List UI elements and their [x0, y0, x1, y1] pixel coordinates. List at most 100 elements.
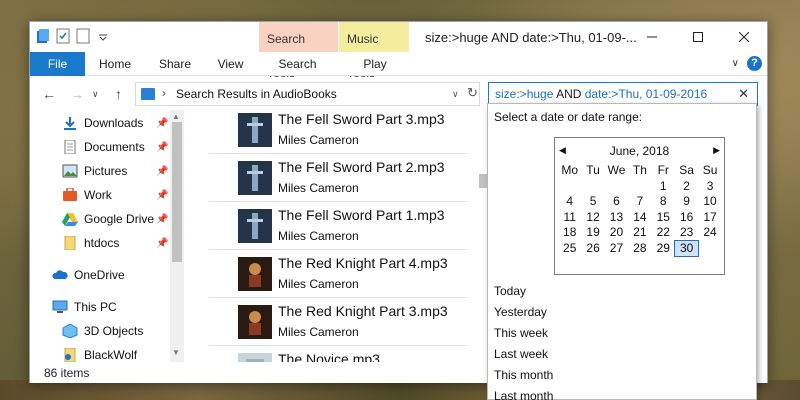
nav-scrollbar[interactable] — [170, 110, 184, 362]
calendar-day[interactable]: 23 — [675, 225, 698, 241]
list-item[interactable]: The Novice.mp3 — [206, 346, 466, 362]
nav-item-3d-objects[interactable]: 3D Objects — [30, 320, 186, 342]
calendar-day[interactable]: 11 — [558, 210, 581, 226]
nav-item-pictures[interactable]: Pictures 📌 — [30, 160, 186, 182]
quick-range-yesterday[interactable]: Yesterday — [494, 305, 547, 319]
pin-icon[interactable]: 📌 — [156, 142, 168, 153]
tab-search[interactable]: Search — [270, 52, 325, 76]
nav-item-documents[interactable]: Documents 📌 — [30, 136, 186, 158]
close-button[interactable] — [721, 22, 767, 52]
google-drive-icon — [62, 213, 78, 226]
list-item[interactable]: The Fell Sword Part 1.mp3 Miles Cameron — [206, 202, 467, 250]
calendar-day[interactable]: 26 — [581, 241, 604, 257]
scroll-up-icon[interactable]: ▲ — [172, 112, 180, 121]
calendar-day[interactable]: 4 — [558, 194, 581, 210]
nav-item-this-pc[interactable]: This PC — [30, 296, 186, 318]
nav-item-work[interactable]: Work 📌 — [30, 184, 186, 206]
pin-icon[interactable]: 📌 — [156, 166, 168, 177]
quick-range-this-month[interactable]: This month — [494, 368, 553, 382]
pin-icon[interactable]: 📌 — [156, 118, 168, 129]
search-query[interactable]: size:>huge AND date:>Thu, 01-09-2016 — [495, 87, 707, 101]
address-path[interactable]: Search Results in AudioBooks — [176, 87, 337, 101]
up-arrow-icon[interactable]: ↑ — [115, 86, 122, 102]
quick-range-this-week[interactable]: This week — [494, 326, 548, 340]
calendar-day[interactable]: 15 — [652, 210, 675, 226]
properties-icon[interactable] — [56, 28, 70, 44]
calendar-day[interactable]: 9 — [675, 194, 698, 210]
calendar-day[interactable]: 7 — [628, 194, 651, 210]
address-dropdown-icon[interactable]: ∨ — [452, 89, 459, 100]
calendar-day[interactable]: 3 — [698, 179, 721, 195]
quick-range-today[interactable]: Today — [494, 284, 526, 298]
calendar-week-row: 1 2 3 — [558, 179, 722, 195]
tab-play[interactable]: Play — [350, 52, 400, 76]
calendar-day[interactable]: 16 — [675, 210, 698, 226]
list-item[interactable]: The Fell Sword Part 2.mp3 Miles Cameron — [206, 154, 467, 202]
customize-qat-icon[interactable] — [96, 28, 110, 44]
list-item[interactable]: The Red Knight Part 4.mp3 Miles Cameron — [206, 250, 467, 298]
tab-view[interactable]: View — [208, 52, 253, 76]
calendar-day[interactable]: 2 — [675, 179, 698, 195]
calendar-day[interactable]: 1 — [652, 179, 675, 195]
calendar-day[interactable]: 21 — [628, 225, 651, 241]
calendar-day[interactable]: 27 — [605, 241, 628, 257]
nav-scroll-thumb[interactable] — [172, 122, 182, 262]
calendar-day[interactable]: 6 — [605, 194, 628, 210]
expand-ribbon-icon[interactable]: ∨ — [732, 58, 739, 69]
help-icon[interactable]: ? — [747, 56, 762, 71]
minimize-button[interactable] — [629, 22, 675, 52]
cube-icon — [62, 324, 78, 338]
calendar-day[interactable]: 24 — [698, 225, 721, 241]
calendar-day[interactable]: 5 — [581, 194, 604, 210]
nav-item-downloads[interactable]: Downloads 📌 — [30, 112, 186, 134]
nav-item-htdocs[interactable]: htdocs 📌 — [30, 232, 186, 254]
back-arrow-icon[interactable]: ← — [42, 86, 56, 102]
list-item[interactable]: The Red Knight Part 3.mp3 Miles Cameron — [206, 298, 467, 346]
calendar-day[interactable]: 8 — [652, 194, 675, 210]
recent-locations-icon[interactable]: ∨ — [92, 89, 99, 100]
calendar-day[interactable]: 14 — [628, 210, 651, 226]
calendar: ◀ June, 2018 ▶ Mo Tu We Th Fr Sa Su 1 2 … — [554, 137, 725, 275]
pin-icon[interactable]: 📌 — [156, 190, 168, 201]
tab-home[interactable]: Home — [90, 52, 140, 76]
quick-range-last-month[interactable]: Last month — [494, 389, 553, 400]
calendar-day[interactable]: 13 — [605, 210, 628, 226]
tab-share[interactable]: Share — [150, 52, 200, 76]
scroll-down-icon[interactable]: ▼ — [172, 348, 180, 357]
nav-item-blackwolf[interactable]: BlackWolf — [30, 344, 186, 362]
quick-range-last-week[interactable]: Last week — [494, 347, 548, 361]
calendar-month[interactable]: June, 2018 — [555, 144, 724, 158]
tab-file[interactable]: File — [30, 52, 85, 76]
calendar-day[interactable] — [605, 179, 628, 195]
calendar-day-selected[interactable]: 30 — [673, 239, 700, 257]
calendar-day[interactable]: 10 — [698, 194, 721, 210]
calendar-day[interactable]: 29 — [652, 241, 675, 257]
maximize-button[interactable] — [675, 22, 721, 52]
calendar-day[interactable] — [558, 179, 581, 195]
calendar-day[interactable] — [628, 179, 651, 195]
nav-item-onedrive[interactable]: OneDrive — [30, 264, 186, 286]
calendar-day[interactable]: 25 — [558, 241, 581, 257]
chevron-right-icon[interactable]: › — [162, 86, 166, 100]
forward-arrow-icon[interactable]: → — [70, 86, 84, 102]
refresh-icon[interactable]: ↻ — [467, 85, 478, 101]
calendar-day[interactable]: 20 — [605, 225, 628, 241]
new-folder-icon[interactable] — [76, 28, 90, 44]
clear-search-icon[interactable]: ✕ — [738, 86, 749, 102]
nav-item-google-drive[interactable]: Google Drive 📌 — [30, 208, 186, 230]
calendar-day[interactable]: 18 — [558, 225, 581, 241]
calendar-day[interactable] — [698, 241, 721, 257]
file-artist: Miles Cameron — [278, 229, 359, 243]
calendar-day[interactable] — [581, 179, 604, 195]
next-month-icon[interactable]: ▶ — [713, 145, 720, 156]
pin-icon[interactable]: 📌 — [156, 238, 168, 249]
calendar-day[interactable]: 22 — [652, 225, 675, 241]
calendar-day[interactable]: 17 — [698, 210, 721, 226]
calendar-day[interactable]: 28 — [628, 241, 651, 257]
address-bar[interactable]: › Search Results in AudioBooks ∨ ↻ — [135, 82, 480, 106]
pin-icon[interactable]: 📌 — [156, 214, 168, 225]
calendar-day[interactable]: 12 — [581, 210, 604, 226]
computer-icon — [52, 300, 68, 313]
calendar-day[interactable]: 19 — [581, 225, 604, 241]
list-item[interactable]: The Fell Sword Part 3.mp3 Miles Cameron — [206, 106, 467, 154]
